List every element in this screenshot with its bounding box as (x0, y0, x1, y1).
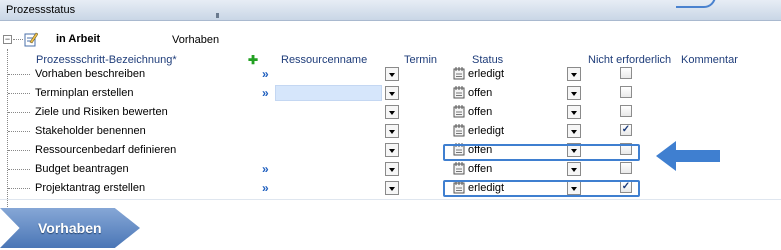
tree-connector (8, 150, 30, 151)
window-title: Prozessstatus (6, 4, 76, 16)
status-value: offen (468, 163, 493, 175)
collapse-toggle[interactable]: − (3, 35, 12, 44)
step-name: Ziele und Risiken bewerten (35, 106, 168, 118)
status-value: offen (468, 144, 493, 156)
status-value: erledigt (468, 125, 505, 137)
calendar-icon[interactable] (453, 123, 465, 137)
not-required-checkbox[interactable] (620, 67, 632, 79)
vorhaben-button[interactable]: Vorhaben (0, 208, 140, 248)
step-name: Stakeholder benennen (35, 125, 146, 137)
group-header-row: − in Arbeit Vorhaben (0, 31, 781, 49)
calendar-icon[interactable] (453, 85, 465, 99)
group-name: Vorhaben (172, 34, 220, 46)
step-name: Ressourcenbedarf definieren (35, 144, 177, 156)
status-dropdown-button[interactable] (567, 124, 581, 138)
detail-link[interactable]: » (262, 162, 269, 176)
status-dropdown-button[interactable] (567, 143, 581, 157)
calendar-icon[interactable] (453, 180, 465, 194)
tree-connector (8, 169, 30, 170)
resource-dropdown-button[interactable] (385, 86, 399, 100)
tree-connector (8, 131, 30, 132)
tree-connector (8, 188, 30, 189)
table-row: Terminplan erstellen » offen (0, 84, 781, 103)
table-row: Vorhaben beschreiben » erledigt (0, 65, 781, 84)
tree-connector (8, 93, 30, 94)
step-name: Vorhaben beschreiben (35, 68, 146, 80)
window-titlebar: Prozessstatus (0, 0, 781, 21)
resource-dropdown-button[interactable] (385, 181, 399, 195)
tree-connector (8, 74, 30, 75)
caret-mark (216, 13, 219, 18)
detail-link[interactable]: » (262, 86, 269, 100)
annotation-arrow-tail (676, 0, 716, 8)
edit-document-icon[interactable] (24, 32, 38, 47)
status-dropdown-button[interactable] (567, 162, 581, 176)
status-value: erledigt (468, 68, 505, 80)
status-value: offen (468, 106, 493, 118)
not-required-checkbox[interactable] (620, 86, 632, 98)
annotation-arrow-icon (656, 141, 720, 171)
not-required-checkbox[interactable] (620, 143, 632, 155)
tree-connector (13, 39, 23, 40)
not-required-checkbox[interactable] (620, 105, 632, 117)
detail-link[interactable]: » (262, 67, 269, 81)
resource-dropdown-button[interactable] (385, 67, 399, 81)
resource-dropdown-button[interactable] (385, 143, 399, 157)
calendar-icon[interactable] (453, 161, 465, 175)
calendar-icon[interactable] (453, 66, 465, 80)
vorhaben-button-label: Vorhaben (38, 220, 102, 236)
calendar-icon[interactable] (453, 142, 465, 156)
status-dropdown-button[interactable] (567, 86, 581, 100)
step-name: Projektantrag erstellen (35, 182, 146, 194)
group-status: in Arbeit (56, 33, 101, 45)
not-required-checkbox[interactable]: ✓ (620, 181, 632, 193)
divider (0, 199, 781, 200)
resource-dropdown-button[interactable] (385, 162, 399, 176)
status-value: erledigt (468, 182, 505, 194)
tree-connector (8, 112, 30, 113)
table-row: Projektantrag erstellen » erledigt ✓ (0, 179, 781, 198)
status-value: offen (468, 87, 493, 99)
resource-dropdown-button[interactable] (385, 124, 399, 138)
resource-input[interactable] (275, 85, 382, 101)
status-dropdown-button[interactable] (567, 105, 581, 119)
step-name: Terminplan erstellen (35, 87, 134, 99)
resource-dropdown-button[interactable] (385, 105, 399, 119)
status-dropdown-button[interactable] (567, 67, 581, 81)
not-required-checkbox[interactable]: ✓ (620, 124, 632, 136)
step-name: Budget beantragen (35, 163, 129, 175)
calendar-icon[interactable] (453, 104, 465, 118)
detail-link[interactable]: » (262, 181, 269, 195)
not-required-checkbox[interactable] (620, 162, 632, 174)
table-row: Ziele und Risiken bewerten offen (0, 103, 781, 122)
status-dropdown-button[interactable] (567, 181, 581, 195)
